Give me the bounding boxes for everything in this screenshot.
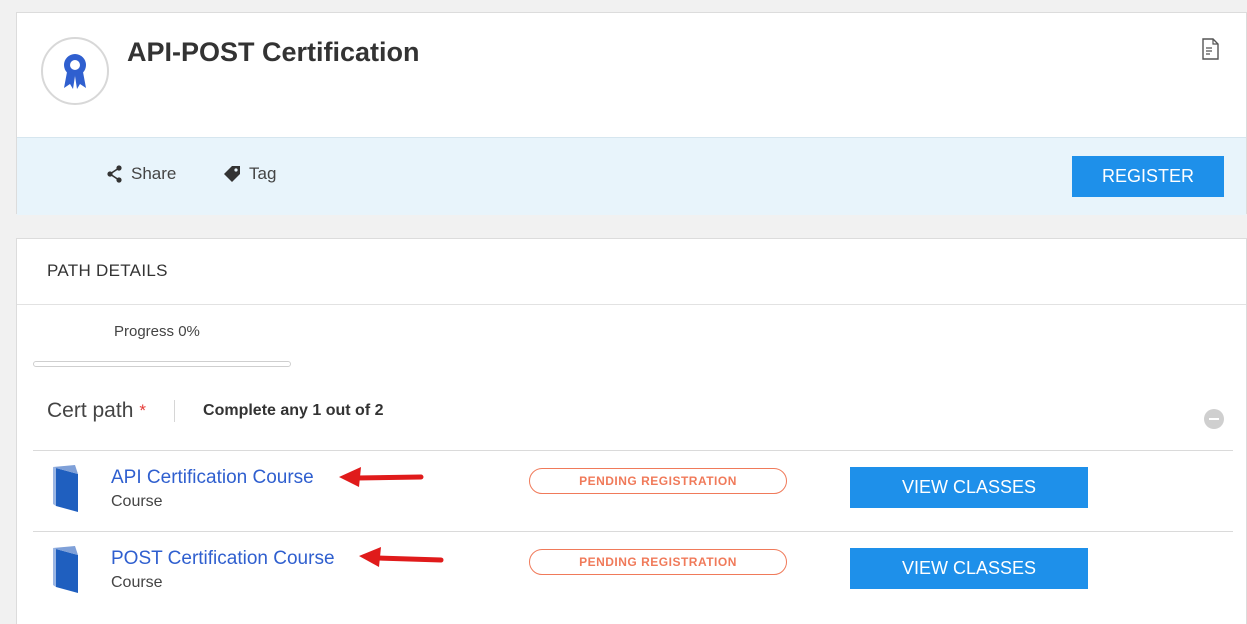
cert-path-requirement: Complete any 1 out of 2 xyxy=(203,402,384,419)
page-title: API-POST Certification xyxy=(127,37,420,67)
award-ribbon-icon xyxy=(64,54,86,89)
status-badge: PENDING REGISTRATION xyxy=(529,468,787,494)
progress-bar xyxy=(33,361,291,367)
required-marker: * xyxy=(139,401,147,420)
path-details-heading: PATH DETAILS xyxy=(17,239,1246,305)
action-bar: Share Tag REGISTER xyxy=(17,137,1246,215)
tag-button[interactable]: Tag xyxy=(223,164,276,184)
annotation-arrow-icon xyxy=(339,467,424,487)
course-row: POST Certification Course Course PENDING… xyxy=(33,532,1233,611)
separator xyxy=(174,400,176,422)
course-link[interactable]: POST Certification Course xyxy=(111,548,335,570)
status-badge: PENDING REGISTRATION xyxy=(529,549,787,575)
annotation-arrow-icon xyxy=(359,547,444,567)
share-icon xyxy=(107,165,122,183)
collapse-icon[interactable] xyxy=(1204,409,1224,429)
course-type-label: Course xyxy=(111,493,163,510)
book-icon xyxy=(53,546,78,593)
path-details-card: PATH DETAILS Progress 0% Cert path * Com… xyxy=(16,238,1247,624)
book-icon xyxy=(53,465,78,512)
course-type-label: Course xyxy=(111,574,163,591)
cert-path-row: Cert path * Complete any 1 out of 2 xyxy=(47,399,383,423)
certification-header-card: API-POST Certification Share Tag REGISTE… xyxy=(16,12,1247,215)
course-link[interactable]: API Certification Course xyxy=(111,467,314,489)
register-button[interactable]: REGISTER xyxy=(1072,156,1224,197)
view-classes-button[interactable]: VIEW CLASSES xyxy=(850,467,1088,508)
document-icon[interactable] xyxy=(1200,37,1220,61)
view-classes-button[interactable]: VIEW CLASSES xyxy=(850,548,1088,589)
progress-label: Progress 0% xyxy=(114,323,200,340)
share-label: Share xyxy=(131,164,177,183)
share-button[interactable]: Share xyxy=(107,164,176,184)
course-row: API Certification Course Course PENDING … xyxy=(33,451,1233,530)
tag-label: Tag xyxy=(249,164,277,183)
tag-icon xyxy=(224,166,240,182)
certification-badge xyxy=(41,37,109,105)
cert-path-title: Cert path xyxy=(47,399,134,422)
